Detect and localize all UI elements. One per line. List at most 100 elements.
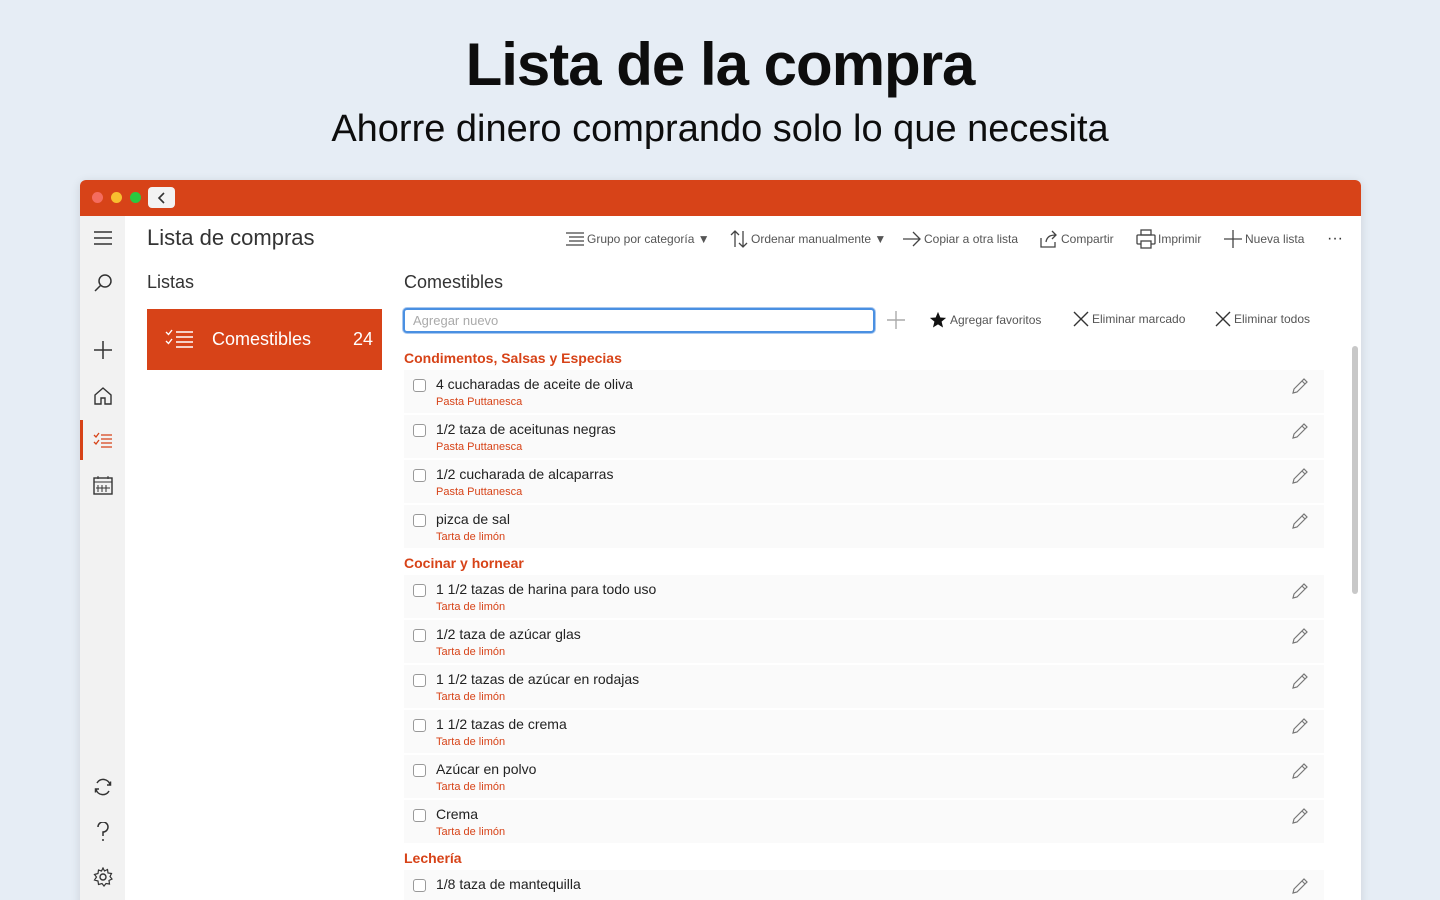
edit-item-button[interactable] <box>1290 511 1310 536</box>
lists-heading: Listas <box>147 272 195 292</box>
sort-icon <box>730 230 748 248</box>
calendar-button[interactable] <box>80 465 125 505</box>
checklist-icon <box>93 432 112 448</box>
plus-icon <box>93 341 112 359</box>
item-checkbox[interactable] <box>413 719 426 732</box>
sync-button[interactable] <box>80 767 125 807</box>
print-label: Imprimir <box>1158 232 1202 246</box>
list-count: 24 <box>352 329 373 349</box>
edit-item-button[interactable] <box>1290 376 1310 401</box>
list-item[interactable]: pizca de sal Tarta de limón <box>404 505 1324 548</box>
item-recipe-source: Tarta de limón <box>436 531 506 543</box>
nav-rail <box>80 216 125 900</box>
item-checkbox[interactable] <box>413 764 426 777</box>
delete-checked-button[interactable]: Eliminar marcado <box>1073 311 1185 327</box>
edit-item-button[interactable] <box>1290 806 1310 831</box>
menu-button[interactable] <box>80 218 125 258</box>
item-checkbox[interactable] <box>413 469 426 482</box>
item-name: Azúcar en polvo <box>436 761 537 777</box>
item-checkbox[interactable] <box>413 629 426 642</box>
list-item[interactable]: 1 1/2 tazas de azúcar en rodajas Tarta de… <box>404 665 1324 708</box>
pencil-icon <box>1290 468 1310 490</box>
back-button[interactable] <box>148 187 175 208</box>
title-bar <box>80 180 1361 216</box>
list-item[interactable]: 1 1/2 tazas de harina para todo uso Tarta… <box>404 575 1324 618</box>
list-item-comestibles[interactable]: Comestibles 24 <box>147 309 382 370</box>
list-item[interactable]: 1/2 taza de azúcar glas Tarta de limón <box>404 620 1324 663</box>
list-name: Comestibles <box>212 329 312 349</box>
edit-item-button[interactable] <box>1290 761 1310 786</box>
star-icon <box>929 311 947 328</box>
copy-to-list-button[interactable]: Copiar a otra lista <box>902 231 1018 247</box>
edit-item-button[interactable] <box>1290 716 1310 741</box>
more-button[interactable]: ··· <box>1327 230 1343 248</box>
item-checkbox[interactable] <box>413 424 426 437</box>
edit-item-button[interactable] <box>1290 626 1310 651</box>
maximize-window-button[interactable] <box>130 192 141 203</box>
item-checkbox[interactable] <box>413 514 426 527</box>
item-checkbox[interactable] <box>413 879 426 892</box>
arrow-right-icon <box>903 231 921 247</box>
group-by-button[interactable]: Grupo por categoría ▼ <box>565 231 710 247</box>
add-item-input[interactable] <box>403 308 875 333</box>
minimize-window-button[interactable] <box>111 192 122 203</box>
app-title: Lista de compras <box>147 225 315 250</box>
menu-icon <box>93 231 112 245</box>
copy-to-list-label: Copiar a otra lista <box>924 232 1019 246</box>
edit-item-button[interactable] <box>1290 581 1310 606</box>
settings-button[interactable] <box>80 857 125 897</box>
add-button[interactable] <box>80 330 125 370</box>
item-name: 1 1/2 tazas de harina para todo uso <box>436 581 657 597</box>
gear-icon <box>92 867 113 887</box>
item-recipe-source: Pasta Puttanesca <box>436 396 523 408</box>
item-name: 1/8 taza de mantequilla <box>436 876 581 892</box>
new-list-button[interactable]: Nueva lista <box>1223 229 1304 249</box>
edit-item-button[interactable] <box>1290 876 1310 900</box>
item-checkbox[interactable] <box>413 379 426 392</box>
item-checkbox[interactable] <box>413 809 426 822</box>
delete-checked-label: Eliminar marcado <box>1092 312 1186 326</box>
close-icon <box>1215 311 1231 327</box>
search-button[interactable] <box>80 263 125 303</box>
edit-item-button[interactable] <box>1290 671 1310 696</box>
list-heading: Comestibles <box>404 272 504 292</box>
item-name: 1/2 cucharada de alcaparras <box>436 466 614 482</box>
item-recipe-source: Tarta de limón <box>436 601 506 613</box>
edit-item-button[interactable] <box>1290 466 1310 491</box>
item-checkbox[interactable] <box>413 584 426 597</box>
item-recipe-source: Tarta de limón <box>436 736 506 748</box>
lists-nav-button[interactable] <box>80 420 125 460</box>
list-item[interactable]: 4 cucharadas de aceite de oliva Pasta Put… <box>404 370 1324 413</box>
list-item[interactable]: 1/2 taza de aceitunas negras Pasta Puttan… <box>404 415 1324 458</box>
list-item[interactable]: 1 1/2 tazas de crema Tarta de limón <box>404 710 1324 753</box>
item-list: Condimentos, Salsas y Especias 4 cucharad… <box>404 345 1324 900</box>
scrollbar-thumb[interactable] <box>1352 346 1358 594</box>
list-item[interactable]: Azúcar en polvo Tarta de limón <box>404 755 1324 798</box>
sort-button[interactable]: Ordenar manualmente ▼ <box>729 229 886 249</box>
item-name: Crema <box>436 806 479 822</box>
item-name: 1 1/2 tazas de crema <box>436 716 567 732</box>
item-recipe-source: Tarta de limón <box>436 781 506 793</box>
item-checkbox[interactable] <box>413 674 426 687</box>
pencil-icon <box>1290 423 1310 445</box>
item-name: pizca de sal <box>436 511 510 527</box>
home-button[interactable] <box>80 376 125 416</box>
help-button[interactable] <box>80 812 125 852</box>
list-item[interactable]: Crema Tarta de limón <box>404 800 1324 843</box>
edit-item-button[interactable] <box>1290 421 1310 446</box>
hero-subtitle: Ahorre dinero comprando solo lo que nece… <box>331 108 1109 150</box>
pencil-icon <box>1290 718 1310 740</box>
add-favorites-button[interactable]: Agregar favoritos <box>929 311 1041 329</box>
delete-all-button[interactable]: Eliminar todos <box>1215 311 1310 327</box>
share-button[interactable]: Compartir <box>1039 230 1114 248</box>
plus-icon <box>887 311 905 329</box>
add-item-button[interactable] <box>886 310 906 335</box>
print-button[interactable]: Imprimir <box>1136 229 1201 249</box>
pencil-icon <box>1290 378 1310 400</box>
share-icon <box>1040 230 1057 248</box>
list-item[interactable]: 1/2 cucharada de alcaparras Pasta Puttane… <box>404 460 1324 503</box>
close-window-button[interactable] <box>92 192 103 203</box>
list-item[interactable]: 1/8 taza de mantequilla <box>404 870 1324 900</box>
group-list-icon <box>566 232 584 246</box>
app-window: Lista de compras Grupo por categoría ▼ O… <box>80 180 1361 900</box>
